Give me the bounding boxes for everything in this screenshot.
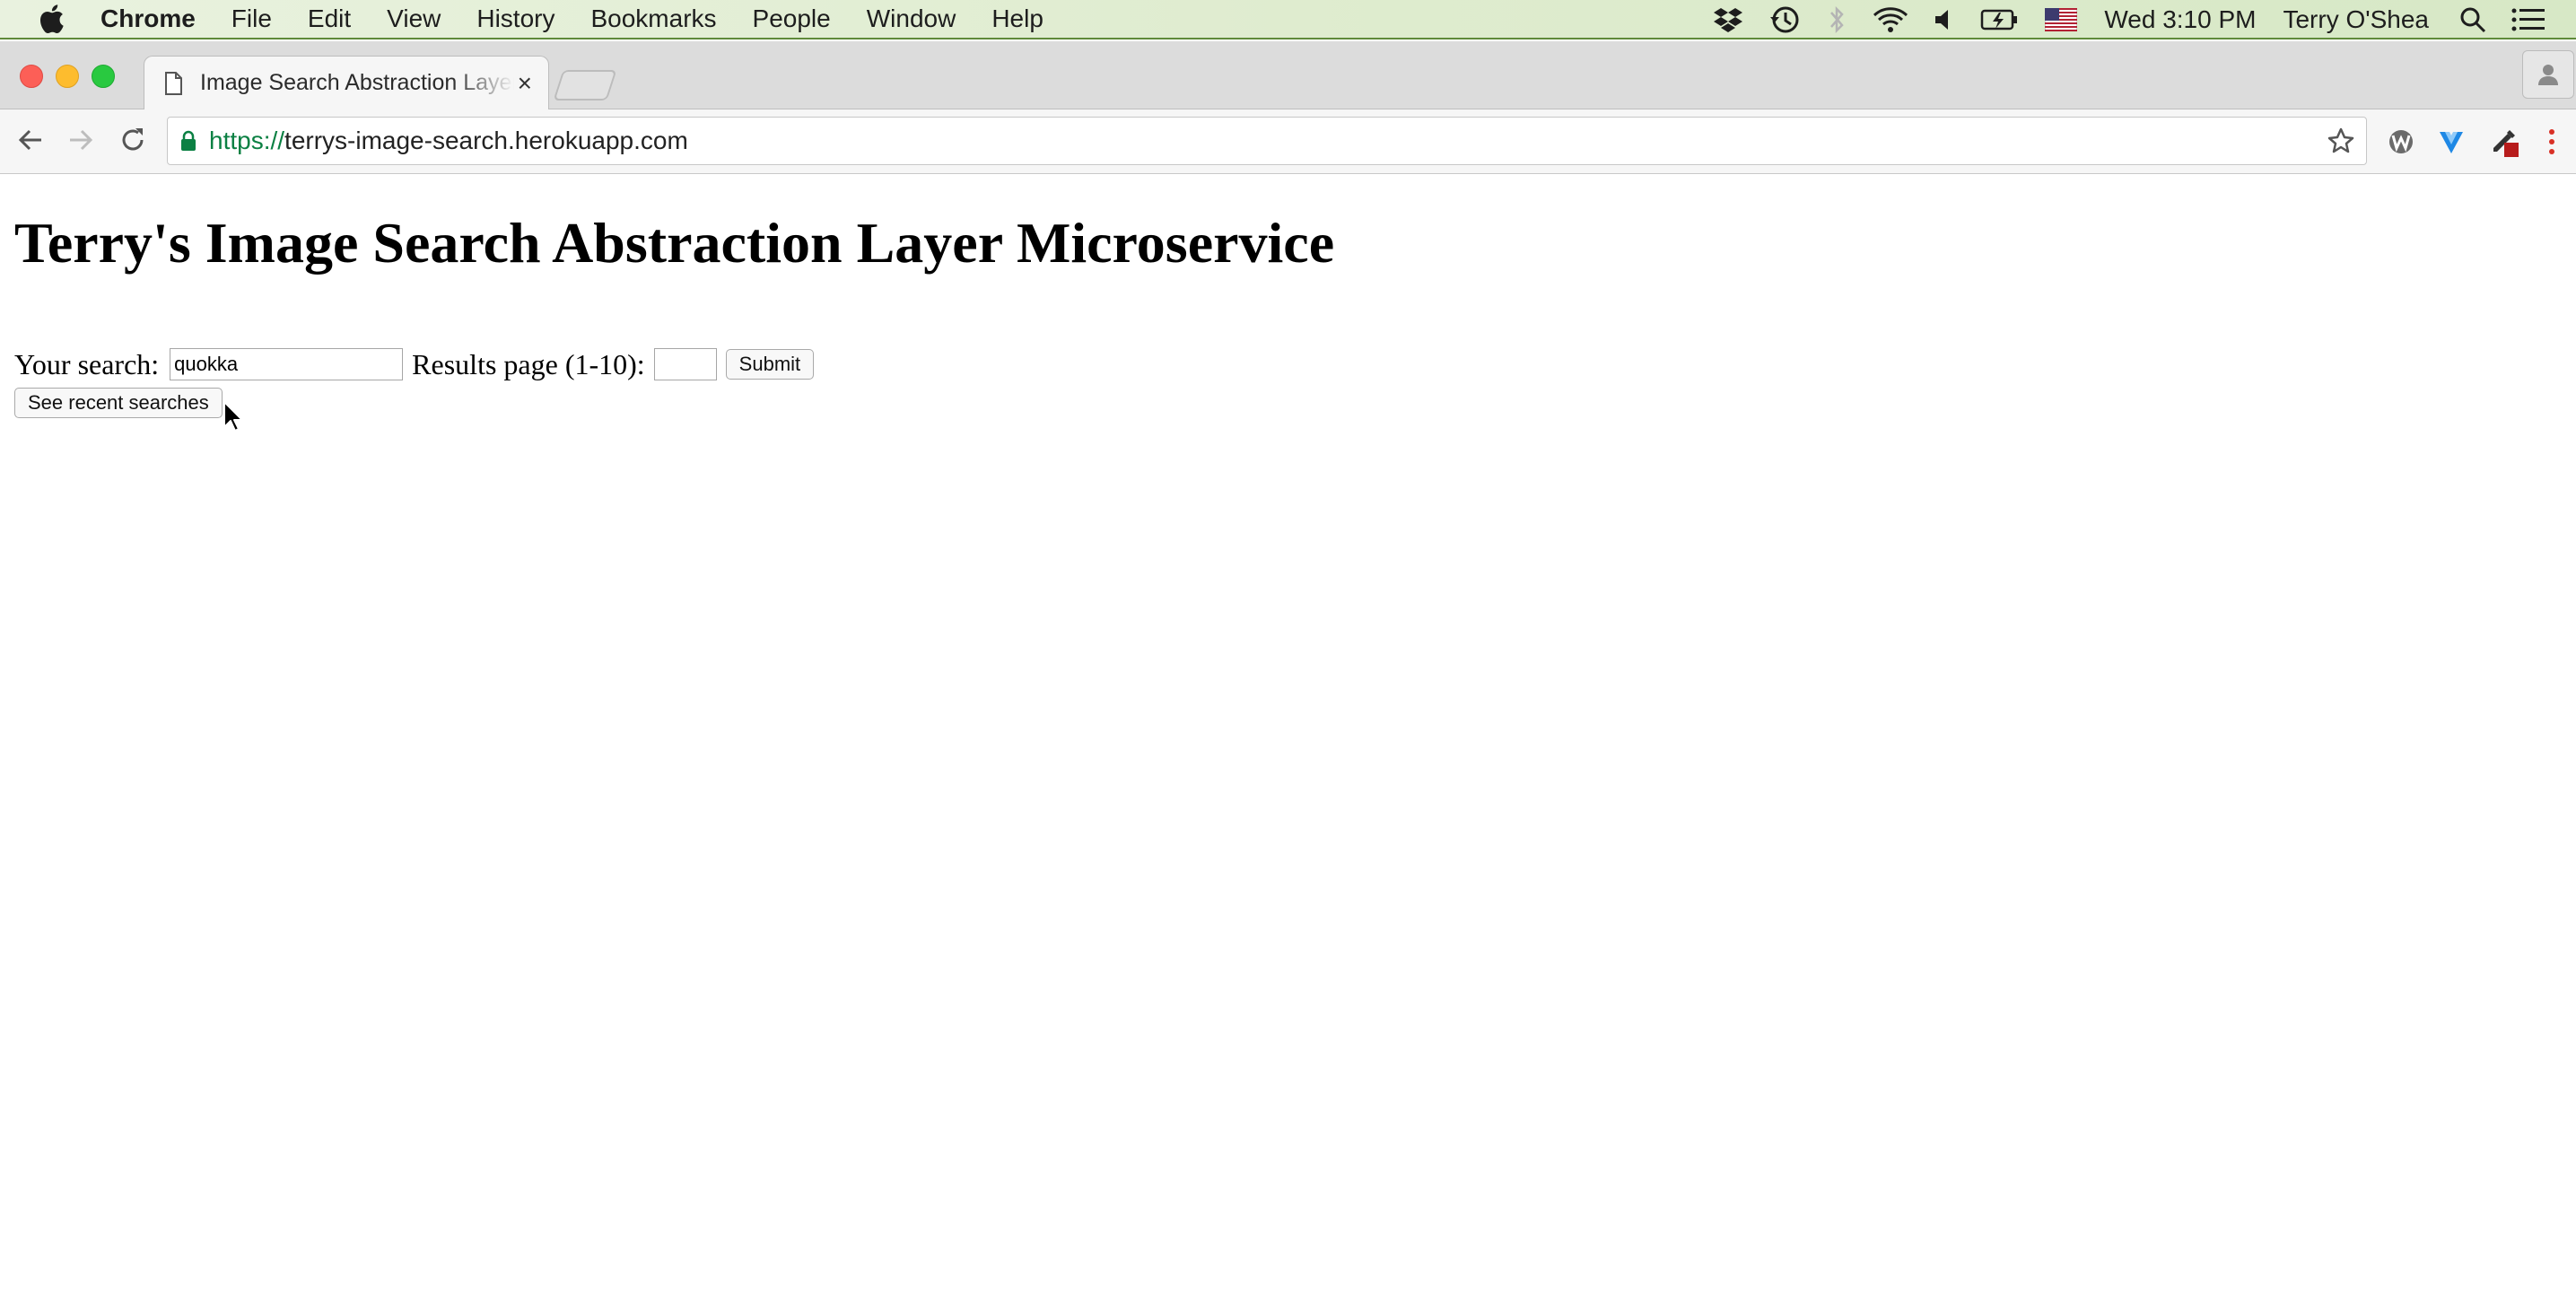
- menu-people[interactable]: People: [753, 4, 831, 33]
- vue-devtools-extension-icon[interactable]: [2435, 126, 2467, 158]
- forward-button[interactable]: [63, 122, 99, 158]
- menu-bar-user[interactable]: Terry O'Shea: [2283, 5, 2429, 34]
- see-recent-searches-button[interactable]: See recent searches: [14, 388, 223, 418]
- us-flag-input-icon[interactable]: [2045, 8, 2078, 31]
- menu-bar-status-area: Wed 3:10 PM Terry O'Shea: [1688, 0, 2576, 39]
- menu-view[interactable]: View: [387, 4, 441, 33]
- page-content: Terry's Image Search Abstraction Layer M…: [0, 174, 2576, 1293]
- chrome-menu-icon[interactable]: [2536, 126, 2568, 158]
- window-close-button[interactable]: [20, 65, 43, 88]
- page-number-input[interactable]: [653, 348, 717, 380]
- window-maximize-button[interactable]: [92, 65, 115, 88]
- window-minimize-button[interactable]: [56, 65, 79, 88]
- arrow-right-icon: [70, 129, 93, 151]
- tab-active[interactable]: Image Search Abstraction Layer Microserv…: [144, 56, 549, 109]
- menu-edit[interactable]: Edit: [308, 4, 351, 33]
- submit-button[interactable]: Submit: [725, 349, 815, 380]
- menu-app-name[interactable]: Chrome: [100, 4, 196, 33]
- page-title: Terry's Image Search Abstraction Layer M…: [14, 211, 1335, 275]
- color-picker-extension-icon[interactable]: [2489, 126, 2521, 158]
- menu-history[interactable]: History: [476, 4, 554, 33]
- tab-title: Image Search Abstraction Layer Microserv…: [200, 70, 514, 95]
- wappalyzer-extension-icon[interactable]: [2385, 126, 2417, 158]
- spotlight-search-icon[interactable]: [2459, 6, 2486, 33]
- reload-icon: [122, 128, 144, 151]
- menu-bookmarks[interactable]: Bookmarks: [590, 4, 716, 33]
- secure-lock-icon[interactable]: [180, 130, 196, 152]
- url-scheme: https://: [209, 127, 285, 154]
- search-label: Your search:: [14, 347, 160, 380]
- tab-close-icon[interactable]: ×: [518, 69, 532, 98]
- arrow-left-icon: [18, 129, 41, 151]
- bookmark-star-icon[interactable]: [2327, 127, 2355, 160]
- wifi-icon[interactable]: [1873, 5, 1908, 34]
- page-icon: [164, 71, 182, 95]
- menu-file[interactable]: File: [231, 4, 272, 33]
- mouse-cursor-icon: [223, 400, 244, 432]
- search-input[interactable]: [170, 348, 404, 380]
- profile-avatar-icon: [2538, 65, 2558, 85]
- new-tab-button[interactable]: [553, 70, 617, 100]
- url-host: terrys-image-search.herokuapp.com: [284, 127, 688, 154]
- profile-button[interactable]: [2522, 50, 2574, 99]
- recent-searches-container: See recent searches: [14, 388, 223, 418]
- apple-menu-icon[interactable]: [34, 2, 68, 36]
- reload-button[interactable]: [115, 122, 151, 158]
- address-bar[interactable]: https://terrys-image-search.herokuapp.co…: [167, 117, 2367, 165]
- menu-bar-clock[interactable]: Wed 3:10 PM: [2104, 5, 2256, 34]
- volume-icon[interactable]: [1934, 6, 1955, 33]
- notification-center-icon[interactable]: [2511, 7, 2545, 32]
- address-url[interactable]: https://terrys-image-search.herokuapp.co…: [209, 127, 688, 155]
- battery-charging-icon[interactable]: [1980, 7, 2020, 32]
- macos-menu-bar: Chrome File Edit View History Bookmarks …: [0, 0, 2576, 39]
- page-number-label: Results page (1-10):: [412, 347, 645, 380]
- bluetooth-icon[interactable]: [1826, 4, 1847, 35]
- menu-help[interactable]: Help: [991, 4, 1043, 33]
- dropbox-icon[interactable]: [1713, 6, 1743, 33]
- search-form: Your search: Results page (1-10): Submit: [14, 346, 815, 382]
- time-machine-icon[interactable]: [1768, 4, 1801, 35]
- menu-window[interactable]: Window: [867, 4, 956, 33]
- back-button[interactable]: [13, 122, 48, 158]
